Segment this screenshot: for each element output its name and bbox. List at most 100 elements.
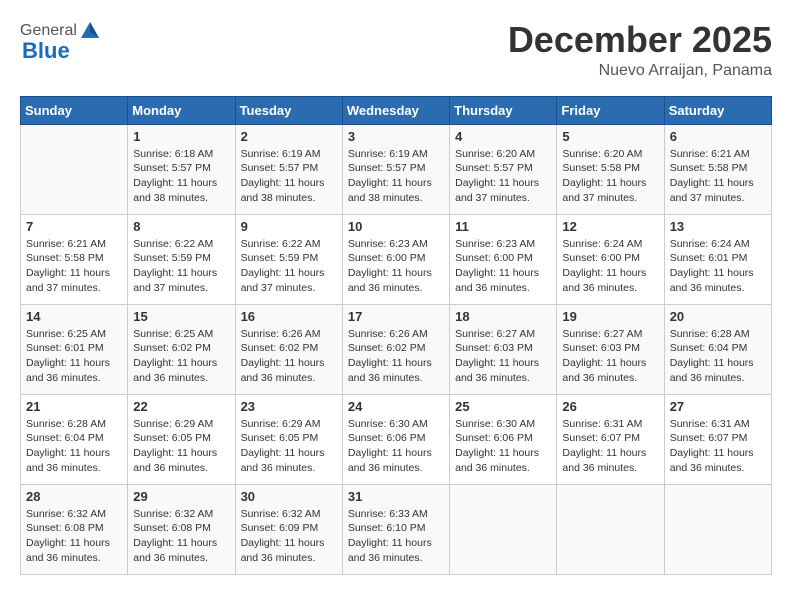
day-number: 18: [455, 309, 551, 324]
day-number: 23: [241, 399, 337, 414]
col-tuesday: Tuesday: [235, 96, 342, 124]
day-cell: 24 Sunrise: 6:30 AMSunset: 6:06 PMDayligh…: [342, 394, 449, 484]
day-cell: 27 Sunrise: 6:31 AMSunset: 6:07 PMDayligh…: [664, 394, 771, 484]
day-info: Sunrise: 6:29 AMSunset: 6:05 PMDaylight:…: [133, 417, 229, 476]
day-info: Sunrise: 6:22 AMSunset: 5:59 PMDaylight:…: [241, 237, 337, 296]
day-cell: 25 Sunrise: 6:30 AMSunset: 6:06 PMDayligh…: [450, 394, 557, 484]
day-number: 1: [133, 129, 229, 144]
day-number: 28: [26, 489, 122, 504]
col-saturday: Saturday: [664, 96, 771, 124]
day-info: Sunrise: 6:20 AMSunset: 5:57 PMDaylight:…: [455, 147, 551, 206]
day-info: Sunrise: 6:32 AMSunset: 6:09 PMDaylight:…: [241, 507, 337, 566]
day-cell: [21, 124, 128, 214]
month-title: December 2025: [508, 20, 772, 60]
day-cell: [450, 484, 557, 574]
day-info: Sunrise: 6:29 AMSunset: 6:05 PMDaylight:…: [241, 417, 337, 476]
day-cell: 15Sunrise: 6:25 AMSunset: 6:02 PMDayligh…: [128, 304, 235, 394]
col-friday: Friday: [557, 96, 664, 124]
day-cell: 7Sunrise: 6:21 AMSunset: 5:58 PMDaylight…: [21, 214, 128, 304]
day-number: 29: [133, 489, 229, 504]
day-info: Sunrise: 6:32 AMSunset: 6:08 PMDaylight:…: [133, 507, 229, 566]
location: Nuevo Arraijan, Panama: [508, 62, 772, 80]
col-thursday: Thursday: [450, 96, 557, 124]
day-info: Sunrise: 6:28 AMSunset: 6:04 PMDaylight:…: [670, 327, 766, 386]
day-number: 11: [455, 219, 551, 234]
day-number: 30: [241, 489, 337, 504]
week-row-3: 14 Sunrise: 6:25 AMSunset: 6:01 PMDayligh…: [21, 304, 772, 394]
day-number: 8: [133, 219, 229, 234]
week-row-4: 21 Sunrise: 6:28 AMSunset: 6:04 PMDayligh…: [21, 394, 772, 484]
day-number: 16: [241, 309, 337, 324]
day-cell: [557, 484, 664, 574]
day-info: Sunrise: 6:32 AMSunset: 6:08 PMDaylight:…: [26, 507, 122, 566]
day-number: 10: [348, 219, 444, 234]
day-cell: 18Sunrise: 6:27 AMSunset: 6:03 PMDayligh…: [450, 304, 557, 394]
day-number: 13: [670, 219, 766, 234]
calendar-body: 1 Sunrise: 6:18 AMSunset: 5:57 PMDaylight…: [21, 124, 772, 574]
day-number: 7: [26, 219, 122, 234]
day-number: 31: [348, 489, 444, 504]
day-info: Sunrise: 6:25 AMSunset: 6:01 PMDaylight:…: [26, 327, 122, 386]
day-info: Sunrise: 6:30 AMSunset: 6:06 PMDaylight:…: [455, 417, 551, 476]
day-number: 15: [133, 309, 229, 324]
day-info: Sunrise: 6:24 AMSunset: 6:01 PMDaylight:…: [670, 237, 766, 296]
day-number: 24: [348, 399, 444, 414]
logo-icon: [79, 20, 101, 42]
header-row: Sunday Monday Tuesday Wednesday Thursday…: [21, 96, 772, 124]
day-number: 19: [562, 309, 658, 324]
day-number: 21: [26, 399, 122, 414]
day-info: Sunrise: 6:21 AMSunset: 5:58 PMDaylight:…: [670, 147, 766, 206]
day-info: Sunrise: 6:18 AMSunset: 5:57 PMDaylight:…: [133, 147, 229, 206]
day-cell: 20 Sunrise: 6:28 AMSunset: 6:04 PMDayligh…: [664, 304, 771, 394]
day-number: 4: [455, 129, 551, 144]
day-info: Sunrise: 6:28 AMSunset: 6:04 PMDaylight:…: [26, 417, 122, 476]
day-info: Sunrise: 6:20 AMSunset: 5:58 PMDaylight:…: [562, 147, 658, 206]
day-cell: 31 Sunrise: 6:33 AMSunset: 6:10 PMDayligh…: [342, 484, 449, 574]
calendar-table: Sunday Monday Tuesday Wednesday Thursday…: [20, 96, 772, 575]
day-cell: 26Sunrise: 6:31 AMSunset: 6:07 PMDayligh…: [557, 394, 664, 484]
day-cell: 3 Sunrise: 6:19 AMSunset: 5:57 PMDaylight…: [342, 124, 449, 214]
day-number: 3: [348, 129, 444, 144]
day-info: Sunrise: 6:26 AMSunset: 6:02 PMDaylight:…: [348, 327, 444, 386]
day-info: Sunrise: 6:27 AMSunset: 6:03 PMDaylight:…: [562, 327, 658, 386]
day-info: Sunrise: 6:23 AMSunset: 6:00 PMDaylight:…: [455, 237, 551, 296]
day-number: 9: [241, 219, 337, 234]
day-cell: 10 Sunrise: 6:23 AMSunset: 6:00 PMDayligh…: [342, 214, 449, 304]
day-info: Sunrise: 6:24 AMSunset: 6:00 PMDaylight:…: [562, 237, 658, 296]
day-number: 6: [670, 129, 766, 144]
day-info: Sunrise: 6:19 AMSunset: 5:57 PMDaylight:…: [348, 147, 444, 206]
day-cell: [664, 484, 771, 574]
day-info: Sunrise: 6:26 AMSunset: 6:02 PMDaylight:…: [241, 327, 337, 386]
day-info: Sunrise: 6:31 AMSunset: 6:07 PMDaylight:…: [670, 417, 766, 476]
day-number: 22: [133, 399, 229, 414]
day-cell: 16 Sunrise: 6:26 AMSunset: 6:02 PMDayligh…: [235, 304, 342, 394]
day-number: 27: [670, 399, 766, 414]
day-number: 5: [562, 129, 658, 144]
day-cell: 1 Sunrise: 6:18 AMSunset: 5:57 PMDaylight…: [128, 124, 235, 214]
day-cell: 13 Sunrise: 6:24 AMSunset: 6:01 PMDayligh…: [664, 214, 771, 304]
day-number: 17: [348, 309, 444, 324]
day-cell: 4 Sunrise: 6:20 AMSunset: 5:57 PMDaylight…: [450, 124, 557, 214]
week-row-2: 7Sunrise: 6:21 AMSunset: 5:58 PMDaylight…: [21, 214, 772, 304]
day-info: Sunrise: 6:19 AMSunset: 5:57 PMDaylight:…: [241, 147, 337, 206]
day-cell: 2 Sunrise: 6:19 AMSunset: 5:57 PMDaylight…: [235, 124, 342, 214]
day-cell: 12Sunrise: 6:24 AMSunset: 6:00 PMDayligh…: [557, 214, 664, 304]
day-cell: 14 Sunrise: 6:25 AMSunset: 6:01 PMDayligh…: [21, 304, 128, 394]
day-cell: 17 Sunrise: 6:26 AMSunset: 6:02 PMDayligh…: [342, 304, 449, 394]
day-cell: 11 Sunrise: 6:23 AMSunset: 6:00 PMDayligh…: [450, 214, 557, 304]
day-number: 20: [670, 309, 766, 324]
day-info: Sunrise: 6:33 AMSunset: 6:10 PMDaylight:…: [348, 507, 444, 566]
week-row-5: 28 Sunrise: 6:32 AMSunset: 6:08 PMDayligh…: [21, 484, 772, 574]
day-info: Sunrise: 6:30 AMSunset: 6:06 PMDaylight:…: [348, 417, 444, 476]
day-info: Sunrise: 6:23 AMSunset: 6:00 PMDaylight:…: [348, 237, 444, 296]
col-monday: Monday: [128, 96, 235, 124]
day-cell: 29 Sunrise: 6:32 AMSunset: 6:08 PMDayligh…: [128, 484, 235, 574]
day-cell: 28 Sunrise: 6:32 AMSunset: 6:08 PMDayligh…: [21, 484, 128, 574]
logo-blue-text: Blue: [22, 38, 70, 64]
day-number: 25: [455, 399, 551, 414]
day-number: 2: [241, 129, 337, 144]
day-number: 14: [26, 309, 122, 324]
col-wednesday: Wednesday: [342, 96, 449, 124]
day-cell: 8Sunrise: 6:22 AMSunset: 5:59 PMDaylight…: [128, 214, 235, 304]
day-cell: 5 Sunrise: 6:20 AMSunset: 5:58 PMDaylight…: [557, 124, 664, 214]
